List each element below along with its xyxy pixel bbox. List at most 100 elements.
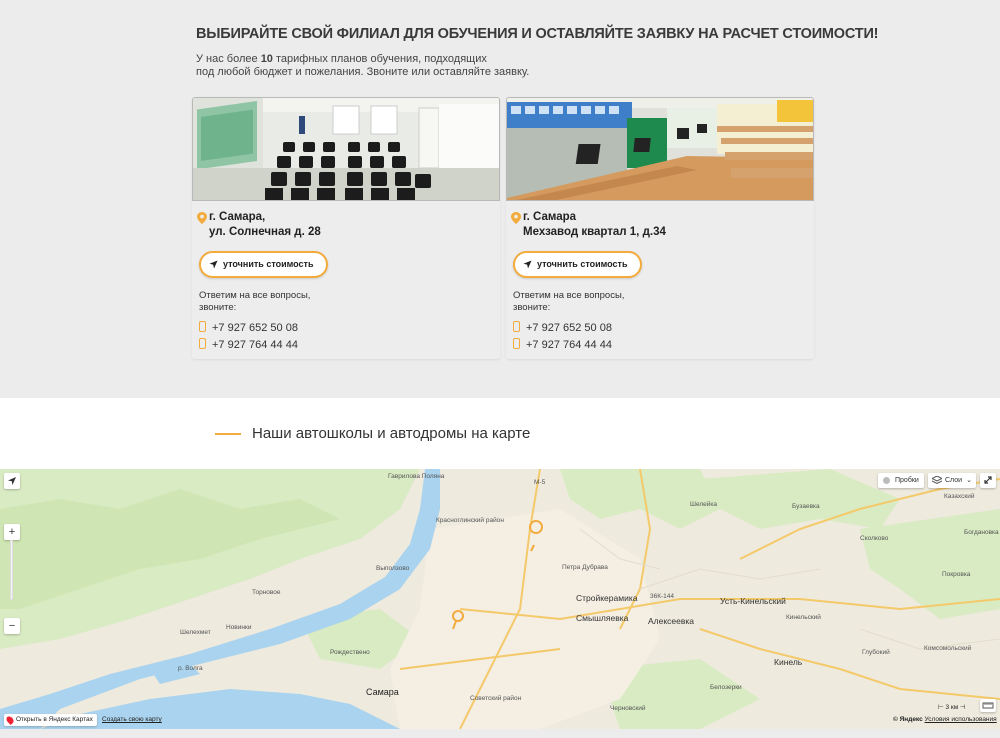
phone-number: +7 927 652 50 08 (526, 322, 612, 334)
yandex-pin-icon (5, 715, 15, 725)
open-in-yandex-maps-link[interactable]: Открыть в Яндекс Картах (4, 714, 97, 726)
phone-icon (199, 338, 206, 349)
map-label: Кинельский (786, 614, 821, 621)
branch-city: г. Самара, (209, 211, 266, 223)
traffic-icon (883, 477, 890, 484)
map-label: Новинки (226, 624, 252, 631)
phone-link[interactable]: +7 927 652 50 08 (513, 321, 612, 334)
map-label: Кинель (774, 657, 803, 667)
scale-bar-end-icon: ⊣ (960, 704, 966, 711)
branch-street: Мехзавод квартал 1, д.34 (523, 226, 666, 238)
call-prompt: Ответим на все вопросы, звоните: (199, 290, 399, 314)
river-label: р. Волга (178, 665, 203, 672)
branch-city: г. Самара (523, 211, 577, 223)
map-label: Бузаевка (792, 503, 820, 510)
call-prompt-line1: Ответим на все вопросы, (199, 290, 311, 301)
navigation-arrow-icon (523, 260, 532, 269)
layers-button[interactable]: Слои ⌄ (928, 473, 976, 488)
intro-text-before: У нас более (196, 53, 261, 65)
phone-number: +7 927 764 44 44 (212, 339, 298, 351)
classroom-photo (192, 97, 500, 201)
fullscreen-button[interactable] (980, 473, 996, 488)
map-label: Гаврилова Поляна (388, 473, 445, 480)
call-prompt-line2: звоните: (513, 302, 551, 313)
clarify-price-button[interactable]: уточнить стоимость (513, 251, 642, 278)
intro-count: 10 (260, 53, 273, 65)
traffic-button[interactable]: Пробки (878, 473, 924, 488)
location-pin-icon (197, 212, 207, 224)
map-label: Усть-Кинельский (720, 596, 786, 606)
branch-street: ул. Солнечная д. 28 (209, 226, 321, 238)
branch-card-solnechnaya: г. Самара, ул. Солнечная д. 28 уточнить … (192, 97, 500, 359)
clarify-price-label: уточнить стоимость (223, 259, 314, 269)
section-headline: ВЫБИРАЙТЕ СВОЙ ФИЛИАЛ ДЛЯ ОБУЧЕНИЯ И ОСТ… (196, 26, 879, 42)
map-label: Черновский (610, 705, 646, 712)
call-prompt-line1: Ответим на все вопросы, (513, 290, 625, 301)
map-label: Покровка (942, 571, 971, 578)
phone-link[interactable]: +7 927 652 50 08 (199, 321, 298, 334)
traffic-label: Пробки (895, 477, 919, 484)
navigation-arrow-icon (209, 260, 218, 269)
map-label: Глубокий (862, 649, 890, 656)
map-label: Рождествено (330, 649, 370, 656)
location-pin-icon (511, 212, 521, 224)
intro-line-2: под любой бюджет и пожелания. Звоните ил… (196, 66, 530, 78)
map-label: Комсомольский (924, 645, 972, 652)
ruler-button[interactable] (980, 699, 996, 712)
map-label: Шелехмет (180, 629, 211, 636)
map-label: Смышляевка (576, 613, 629, 623)
zoom-in-button[interactable]: + (4, 524, 20, 540)
phone-number: +7 927 652 50 08 (212, 322, 298, 334)
open-in-yandex-maps-label: Открыть в Яндекс Картах (16, 716, 93, 723)
scale-indicator: ⊢ 3 км ⊣ (938, 703, 966, 711)
map-label: Выползово (376, 565, 410, 572)
page-bottom-strip (0, 729, 1000, 738)
scale-label: 3 км (945, 704, 959, 711)
call-prompt: Ответим на все вопросы, звоните: (513, 290, 713, 314)
computer-class-photo (506, 97, 814, 201)
layers-label: Слои (945, 477, 963, 484)
map-label: Сколково (860, 535, 889, 542)
geolocation-icon (8, 477, 16, 485)
heading-accent-line (215, 433, 241, 435)
phone-icon (513, 338, 520, 349)
yandex-map[interactable]: Гаврилова Поляна М-5 Красноглинский райо… (0, 469, 1000, 729)
layers-icon (932, 476, 942, 485)
map-label: Казахский (944, 493, 975, 500)
map-label: Шелейка (690, 501, 717, 508)
section-intro: У нас более 10 тарифных планов обучения,… (196, 53, 556, 79)
map-label: Торновое (252, 589, 281, 596)
phone-icon (513, 321, 520, 332)
call-prompt-line2: звоните: (199, 302, 237, 313)
clarify-price-label: уточнить стоимость (537, 259, 628, 269)
map-label: Петра Дубрава (562, 564, 608, 571)
map-copyright: © Яндекс Условия использования (893, 716, 997, 723)
zoom-out-button[interactable]: − (4, 618, 20, 634)
map-label: Белозерки (710, 684, 742, 691)
chevron-down-icon: ⌄ (966, 477, 972, 484)
map-canvas[interactable] (0, 469, 1000, 729)
expand-icon (984, 476, 992, 484)
road-label: 36К-144 (650, 593, 675, 600)
map-label: Красноглинский район (436, 517, 504, 524)
map-label: Алексеевка (648, 616, 695, 626)
zoom-slider[interactable] (10, 540, 13, 600)
intro-text-after: тарифных планов обучения, подходящих (272, 53, 487, 65)
road-label: М-5 (534, 479, 546, 486)
ruler-icon (982, 702, 994, 709)
map-label: Самара (366, 687, 399, 697)
phone-link[interactable]: +7 927 764 44 44 (199, 338, 298, 351)
clarify-price-button[interactable]: уточнить стоимость (199, 251, 328, 278)
map-label: Богдановка (964, 529, 999, 536)
terms-of-use-link[interactable]: Условия использования (925, 716, 997, 723)
create-map-link[interactable]: Создать свою карту (102, 716, 162, 723)
geolocation-button[interactable] (4, 473, 20, 489)
scale-bar-icon: ⊢ (938, 704, 944, 711)
phone-number: +7 927 764 44 44 (526, 339, 612, 351)
yandex-copyright: © Яндекс (893, 716, 923, 723)
branches-section: ВЫБИРАЙТЕ СВОЙ ФИЛИАЛ ДЛЯ ОБУЧЕНИЯ И ОСТ… (0, 0, 1000, 398)
phone-icon (199, 321, 206, 332)
branch-card-mekhzavod: г. Самара Мехзавод квартал 1, д.34 уточн… (506, 97, 814, 359)
phone-link[interactable]: +7 927 764 44 44 (513, 338, 612, 351)
map-section-title: Наши автошколы и автодромы на карте (252, 425, 531, 442)
